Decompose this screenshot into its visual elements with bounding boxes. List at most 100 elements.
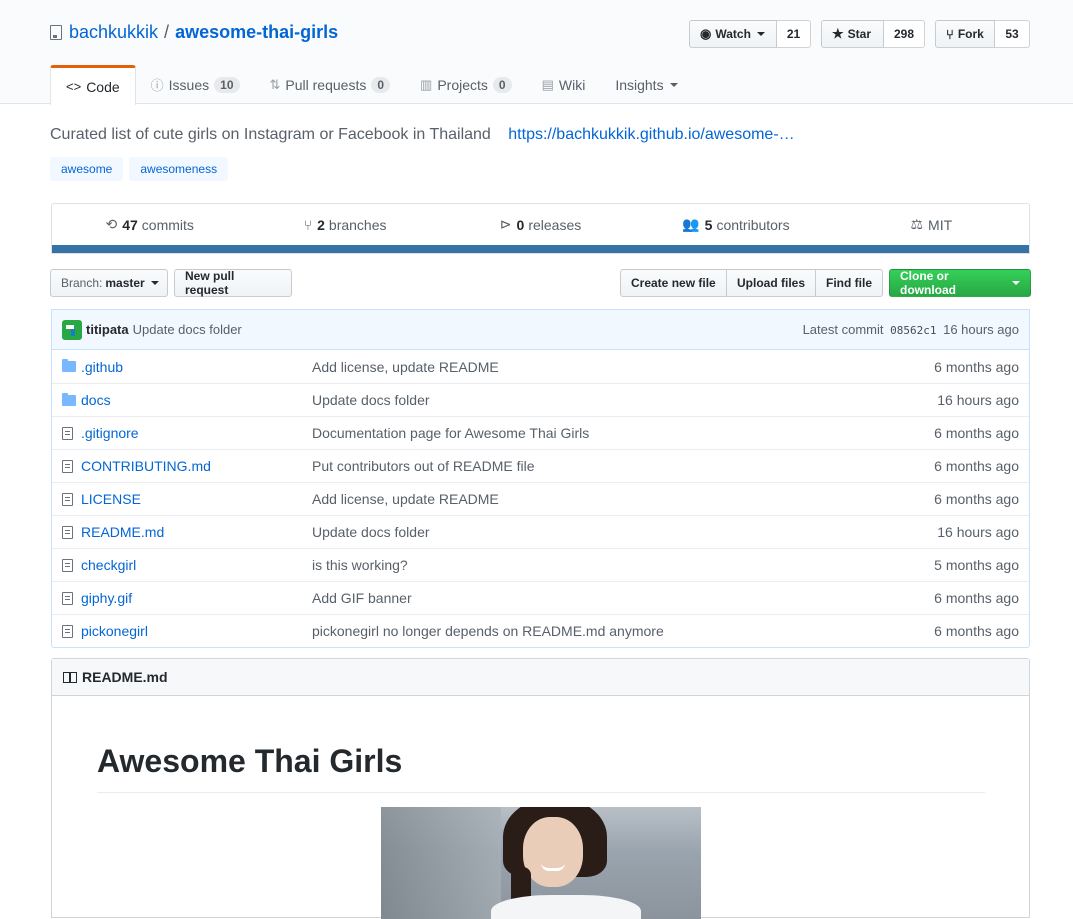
folder-icon <box>52 359 81 372</box>
pull-request-icon: ⇅ <box>269 76 281 92</box>
star-count[interactable]: 298 <box>884 20 925 48</box>
file-icon <box>52 492 81 506</box>
project-icon: ▥ <box>420 76 433 92</box>
commit-age: 16 hours ago <box>943 322 1019 337</box>
file-name-link[interactable]: docs <box>81 392 111 408</box>
file-name-link[interactable]: README.md <box>81 524 164 540</box>
fork-group: ⑂ Fork 53 <box>935 20 1030 48</box>
file-name-link[interactable]: CONTRIBUTING.md <box>81 458 211 474</box>
latest-commit-bar: titipata Update docs folder Latest commi… <box>51 309 1030 349</box>
tab-wiki[interactable]: ▤ Wiki <box>527 65 601 104</box>
readme-heading: Awesome Thai Girls <box>97 743 985 793</box>
file-name-link[interactable]: LICENSE <box>81 491 141 507</box>
file-name-link[interactable]: giphy.gif <box>81 590 132 606</box>
file-icon <box>52 624 81 638</box>
file-commit-message-link[interactable]: Add license, update README <box>312 491 499 507</box>
commits-count: 47 <box>122 216 138 233</box>
fork-button[interactable]: ⑂ Fork <box>935 20 995 48</box>
table-row[interactable]: LICENSE Add license, update README 6 month… <box>52 482 1029 515</box>
contributors-count: 5 <box>704 216 713 233</box>
find-file-button[interactable]: Find file <box>816 269 883 297</box>
file-commit-message-link[interactable]: pickonegirl no longer depends on README.… <box>312 623 664 639</box>
file-navigation: Branch: master New pull request Create n… <box>50 269 1031 299</box>
language-bar[interactable] <box>52 245 1029 253</box>
table-row[interactable]: CONTRIBUTING.md Put contributors out of R… <box>52 449 1029 482</box>
table-row[interactable]: checkgirl is this working? 5 months ago <box>52 548 1029 581</box>
topic-tag[interactable]: awesomeness <box>129 157 229 181</box>
new-pull-request-button[interactable]: New pull request <box>174 269 292 297</box>
repo-title: bachkukkik / awesome-thai-girls <box>50 22 338 43</box>
eye-icon: ◉ <box>700 26 712 41</box>
file-age: 6 months ago <box>934 425 1019 441</box>
upload-files-button[interactable]: Upload files <box>727 269 816 297</box>
create-new-file-button[interactable]: Create new file <box>620 269 727 297</box>
chevron-down-icon <box>669 82 678 87</box>
file-commit-message-link[interactable]: Put contributors out of README file <box>312 458 535 474</box>
file-icon <box>52 459 81 473</box>
tab-projects[interactable]: ▥ Projects 0 <box>405 65 527 104</box>
watch-count[interactable]: 21 <box>777 20 811 48</box>
commit-author-link[interactable]: titipata <box>86 322 129 337</box>
topic-list: awesome awesomeness <box>50 157 229 181</box>
issue-icon: ⓘ <box>150 78 164 93</box>
table-row[interactable]: .gitignore Documentation page for Awesome… <box>52 416 1029 449</box>
readme-panel: README.md Awesome Thai Girls <box>51 658 1030 919</box>
file-name-link[interactable]: checkgirl <box>81 557 136 573</box>
history-icon: ⟲ <box>105 216 118 232</box>
commits-label: commits <box>141 216 194 233</box>
table-row[interactable]: README.md Update docs folder 16 hours ago <box>52 515 1029 548</box>
numbers-summary: ⟲ 47 commits ⑂ 2 branches ⊳ 0 releases 👥… <box>51 203 1030 254</box>
watch-button[interactable]: ◉ Watch <box>689 20 777 48</box>
star-icon: ★ <box>832 26 844 41</box>
repo-nav: <> Code ⓘ Issues 10 ⇅ Pull requests 0 ▥ … <box>50 65 693 105</box>
star-label: Star <box>847 27 871 41</box>
avatar[interactable] <box>62 319 82 340</box>
file-icon <box>52 558 81 572</box>
file-age: 6 months ago <box>934 590 1019 606</box>
law-icon: ⚖ <box>910 216 924 232</box>
file-age: 6 months ago <box>934 358 1019 375</box>
tab-code[interactable]: <> Code <box>50 65 136 105</box>
fork-count[interactable]: 53 <box>995 20 1030 48</box>
book-icon: ▤ <box>541 76 554 92</box>
commit-message-link[interactable]: Update docs folder <box>133 322 242 337</box>
repo-owner-link[interactable]: bachkukkik <box>69 22 158 43</box>
topic-tag[interactable]: awesome <box>50 157 124 181</box>
repo-name-link[interactable]: awesome-thai-girls <box>175 22 338 43</box>
file-commit-message-link[interactable]: Update docs folder <box>312 524 430 540</box>
file-age: 6 months ago <box>934 491 1019 507</box>
file-age: 16 hours ago <box>937 524 1019 540</box>
file-name-link[interactable]: .github <box>81 359 123 375</box>
file-commit-message-link[interactable]: Update docs folder <box>312 392 430 408</box>
pulls-counter: 0 <box>371 76 391 93</box>
readme-banner-image[interactable] <box>381 807 701 919</box>
table-row[interactable]: .github Add license, update README 6 month… <box>52 350 1029 383</box>
table-row[interactable]: pickonegirl pickonegirl no longer depends… <box>52 614 1029 647</box>
file-actions-group: Create new file Upload files Find file <box>620 269 883 297</box>
commit-sha-link[interactable]: 08562c1 <box>890 324 936 337</box>
branches-count: 2 <box>317 216 325 233</box>
tab-issues[interactable]: ⓘ Issues 10 <box>136 65 255 104</box>
issues-counter: 10 <box>214 76 240 93</box>
branches-label: branches <box>328 216 387 233</box>
file-icon <box>52 591 81 605</box>
branch-name: master <box>105 276 145 290</box>
tab-insights[interactable]: Insights <box>600 65 692 104</box>
tab-insights-label: Insights <box>615 76 664 93</box>
chevron-down-icon <box>756 32 765 36</box>
file-commit-message-link[interactable]: is this working? <box>312 557 408 573</box>
releases-label: releases <box>528 216 582 233</box>
homepage-link[interactable]: https://bachkukkik.github.io/awesome-… <box>508 126 794 143</box>
file-commit-message-link[interactable]: Add GIF banner <box>312 590 412 606</box>
file-name-link[interactable]: .gitignore <box>81 425 139 441</box>
star-button[interactable]: ★ Star <box>821 20 884 48</box>
file-name-link[interactable]: pickonegirl <box>81 623 148 639</box>
file-commit-message-link[interactable]: Documentation page for Awesome Thai Girl… <box>312 425 589 441</box>
table-row[interactable]: docs Update docs folder 16 hours ago <box>52 383 1029 416</box>
branch-select-button[interactable]: Branch: master <box>50 269 168 297</box>
file-commit-message-link[interactable]: Add license, update README <box>312 359 499 375</box>
table-row[interactable]: giphy.gif Add GIF banner 6 months ago <box>52 581 1029 614</box>
tab-pull-requests[interactable]: ⇅ Pull requests 0 <box>255 65 406 104</box>
clone-download-button[interactable]: Clone or download <box>889 269 1031 297</box>
license-label: MIT <box>928 216 953 233</box>
